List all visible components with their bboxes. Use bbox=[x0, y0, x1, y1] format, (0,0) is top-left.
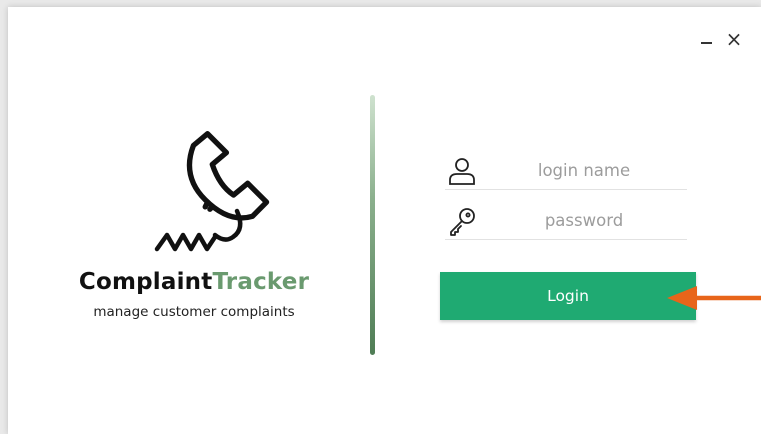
app-tagline: manage customer complaints bbox=[93, 304, 295, 320]
minimize-button[interactable] bbox=[696, 29, 716, 49]
login-name-input[interactable] bbox=[489, 156, 679, 184]
app-title: ComplaintTracker bbox=[78, 269, 310, 295]
password-input[interactable] bbox=[489, 206, 679, 234]
minimize-icon bbox=[700, 42, 712, 44]
close-button[interactable]: × bbox=[724, 29, 744, 49]
app-title-part2: Tracker bbox=[212, 269, 310, 295]
vertical-divider bbox=[370, 95, 375, 355]
login-button[interactable]: Login bbox=[440, 272, 696, 320]
password-field bbox=[445, 203, 687, 240]
login-name-field bbox=[445, 153, 687, 190]
key-icon bbox=[450, 208, 475, 236]
phone-handset-icon bbox=[154, 131, 270, 252]
user-icon bbox=[449, 158, 475, 185]
app-title-part1: Complaint bbox=[78, 269, 213, 295]
arrow-left-icon bbox=[667, 286, 761, 310]
login-window: × ComplaintTracker manage customer compl… bbox=[8, 7, 761, 434]
